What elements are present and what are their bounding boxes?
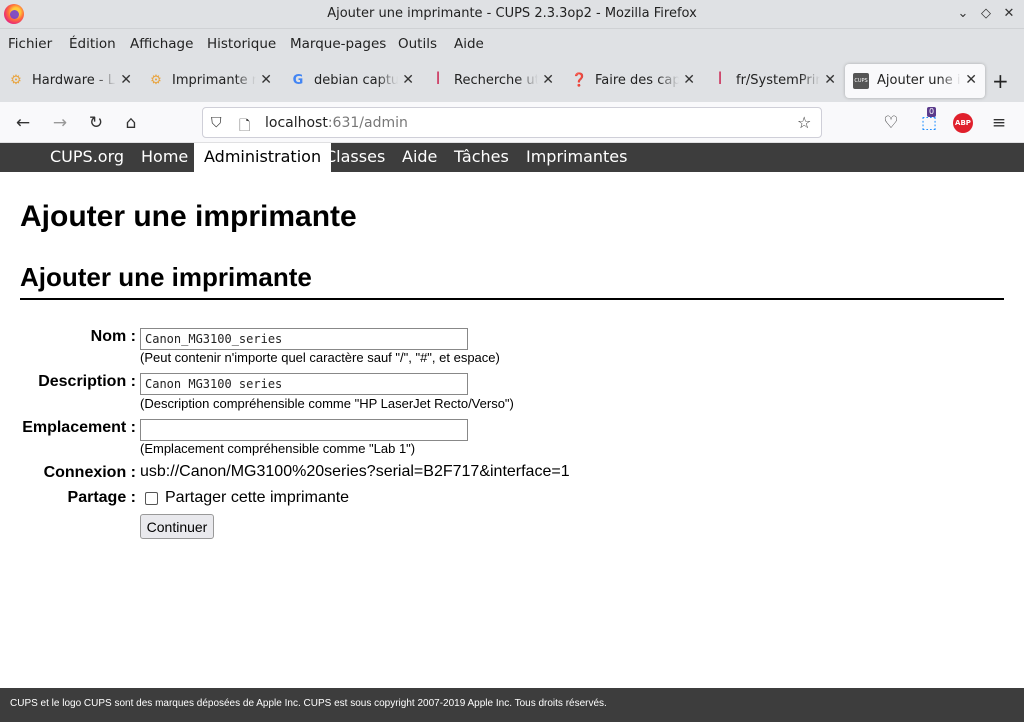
menu-bar: Fichier Édition Affichage Historique Mar… — [0, 29, 1024, 60]
location-label: Emplacement : — [22, 419, 136, 436]
connection-value: usb://Canon/MG3100%20series?serial=B2F71… — [140, 463, 570, 480]
section-title: Ajouter une imprimante — [20, 262, 1004, 300]
window-titlebar: Ajouter une imprimante - CUPS 2.3.3op2 -… — [0, 0, 1024, 29]
nav-taches[interactable]: Tâches — [444, 143, 519, 172]
menu-fichier[interactable]: Fichier — [8, 36, 52, 52]
description-field[interactable] — [140, 373, 468, 395]
navigation-bar: ← → ↻ ⌂ ⛉ 🗋 localhost:631/admin ☆ ♡ ⬚ 0 … — [0, 102, 1024, 143]
close-window-icon[interactable]: ✕ — [1000, 5, 1018, 23]
adblock-icon[interactable]: ABP — [953, 113, 973, 133]
share-checkbox[interactable] — [145, 492, 158, 505]
menu-outils[interactable]: Outils — [398, 36, 437, 52]
share-checkbox-label[interactable]: Partager cette imprimante — [165, 489, 349, 507]
menu-historique[interactable]: Historique — [207, 36, 276, 52]
cups-icon: CUPS — [853, 73, 869, 89]
location-hint: (Emplacement compréhensible comme "Lab 1… — [140, 441, 416, 456]
name-field[interactable] — [140, 328, 468, 350]
name-hint: (Peut contenir n'importe quel caractère … — [140, 350, 500, 365]
maximize-icon[interactable]: ◇ — [977, 5, 995, 23]
tab-ajouter-imprimante[interactable]: CUPS Ajouter une i ✕ — [845, 64, 985, 98]
tab-label: Hardware - Li — [32, 73, 116, 88]
connection-label: Connexion : — [43, 464, 136, 481]
tab-label: fr/SystemPrin — [736, 73, 820, 88]
home-icon[interactable]: ⌂ — [120, 112, 142, 134]
tab-hardware[interactable]: ⚙ Hardware - Li ✕ — [0, 64, 140, 98]
tab-label: Recherche ut — [454, 73, 538, 88]
shield-icon[interactable]: ⛉ — [211, 115, 222, 131]
nav-home[interactable]: Home — [131, 143, 198, 172]
menu-marque-pages[interactable]: Marque-pages — [290, 36, 386, 52]
close-tab-icon[interactable]: ✕ — [260, 72, 272, 88]
help-icon: ❓ — [571, 73, 588, 88]
close-tab-icon[interactable]: ✕ — [402, 72, 414, 88]
extension-icon[interactable]: ⬚ 0 — [918, 107, 940, 134]
url-bar[interactable]: ⛉ 🗋 localhost:631/admin ☆ — [202, 107, 822, 138]
debian-icon: ꟾ — [718, 73, 722, 88]
window-title: Ajouter une imprimante - CUPS 2.3.3op2 -… — [327, 6, 697, 21]
name-label: Nom : — [90, 328, 136, 345]
share-label: Partage : — [67, 489, 136, 506]
back-icon[interactable]: ← — [12, 112, 34, 134]
tab-label: Imprimante n — [172, 73, 256, 88]
tab-imprimante[interactable]: ⚙ Imprimante n ✕ — [140, 64, 280, 98]
tab-systemprinting[interactable]: ꟾ fr/SystemPrin ✕ — [704, 64, 844, 98]
close-tab-icon[interactable]: ✕ — [542, 72, 554, 88]
url-text: localhost:631/admin — [265, 115, 408, 131]
nav-classes[interactable]: Classes — [315, 143, 395, 172]
close-tab-icon[interactable]: ✕ — [965, 72, 977, 88]
reload-icon[interactable]: ↻ — [85, 112, 107, 134]
menu-hamburger-icon[interactable]: ≡ — [988, 112, 1010, 134]
pocket-icon[interactable]: ♡ — [880, 112, 902, 134]
nav-aide[interactable]: Aide — [392, 143, 447, 172]
tab-label: Faire des cap — [595, 73, 679, 88]
google-icon: G — [292, 73, 304, 88]
location-field[interactable] — [140, 419, 468, 441]
description-hint: (Description compréhensible comme "HP La… — [140, 396, 514, 411]
page-icon[interactable]: 🗋 — [239, 115, 250, 139]
footer-apple-link[interactable]: Apple Inc. — [256, 698, 300, 709]
tab-label: debian captu — [314, 73, 398, 88]
new-tab-icon[interactable]: + — [992, 69, 1009, 93]
settings-icon: ⚙ — [150, 73, 162, 88]
forward-icon[interactable]: → — [49, 112, 71, 134]
debian-icon: ꟾ — [436, 73, 440, 88]
description-label: Description : — [38, 373, 136, 390]
badge-count: 0 — [927, 107, 937, 117]
footer-copyright: CUPS est sous copyright 2007-2019 Apple … — [300, 698, 607, 709]
minimize-icon[interactable]: ⌄ — [954, 5, 972, 23]
nav-administration[interactable]: Administration — [194, 143, 332, 172]
settings-icon: ⚙ — [10, 73, 22, 88]
tab-debian-capture[interactable]: G debian captu ✕ — [282, 64, 422, 98]
close-tab-icon[interactable]: ✕ — [824, 72, 836, 88]
nav-cups-org[interactable]: CUPS.org — [40, 143, 134, 172]
cups-navigation: CUPS.org Home Administration Classes Aid… — [0, 143, 1024, 172]
footer: CUPS et le logo CUPS sont des marques dé… — [0, 688, 1024, 722]
footer-text: CUPS et le logo CUPS sont des marques dé… — [10, 698, 257, 709]
bookmark-star-icon[interactable]: ☆ — [797, 113, 811, 132]
menu-aide[interactable]: Aide — [454, 36, 484, 52]
menu-affichage[interactable]: Affichage — [130, 36, 193, 52]
tab-strip: ⚙ Hardware - Li ✕ ⚙ Imprimante n ✕ G deb… — [0, 60, 1024, 102]
continue-button[interactable]: Continuer — [140, 514, 214, 539]
tab-recherche[interactable]: ꟾ Recherche ut ✕ — [422, 64, 562, 98]
page-title: Ajouter une imprimante — [20, 200, 357, 233]
close-tab-icon[interactable]: ✕ — [683, 72, 695, 88]
menu-edition[interactable]: Édition — [69, 36, 116, 52]
tab-faire-des-captures[interactable]: ❓ Faire des cap ✕ — [563, 64, 703, 98]
tab-label: Ajouter une i — [877, 73, 961, 88]
close-tab-icon[interactable]: ✕ — [120, 72, 132, 88]
nav-imprimantes[interactable]: Imprimantes — [516, 143, 637, 172]
